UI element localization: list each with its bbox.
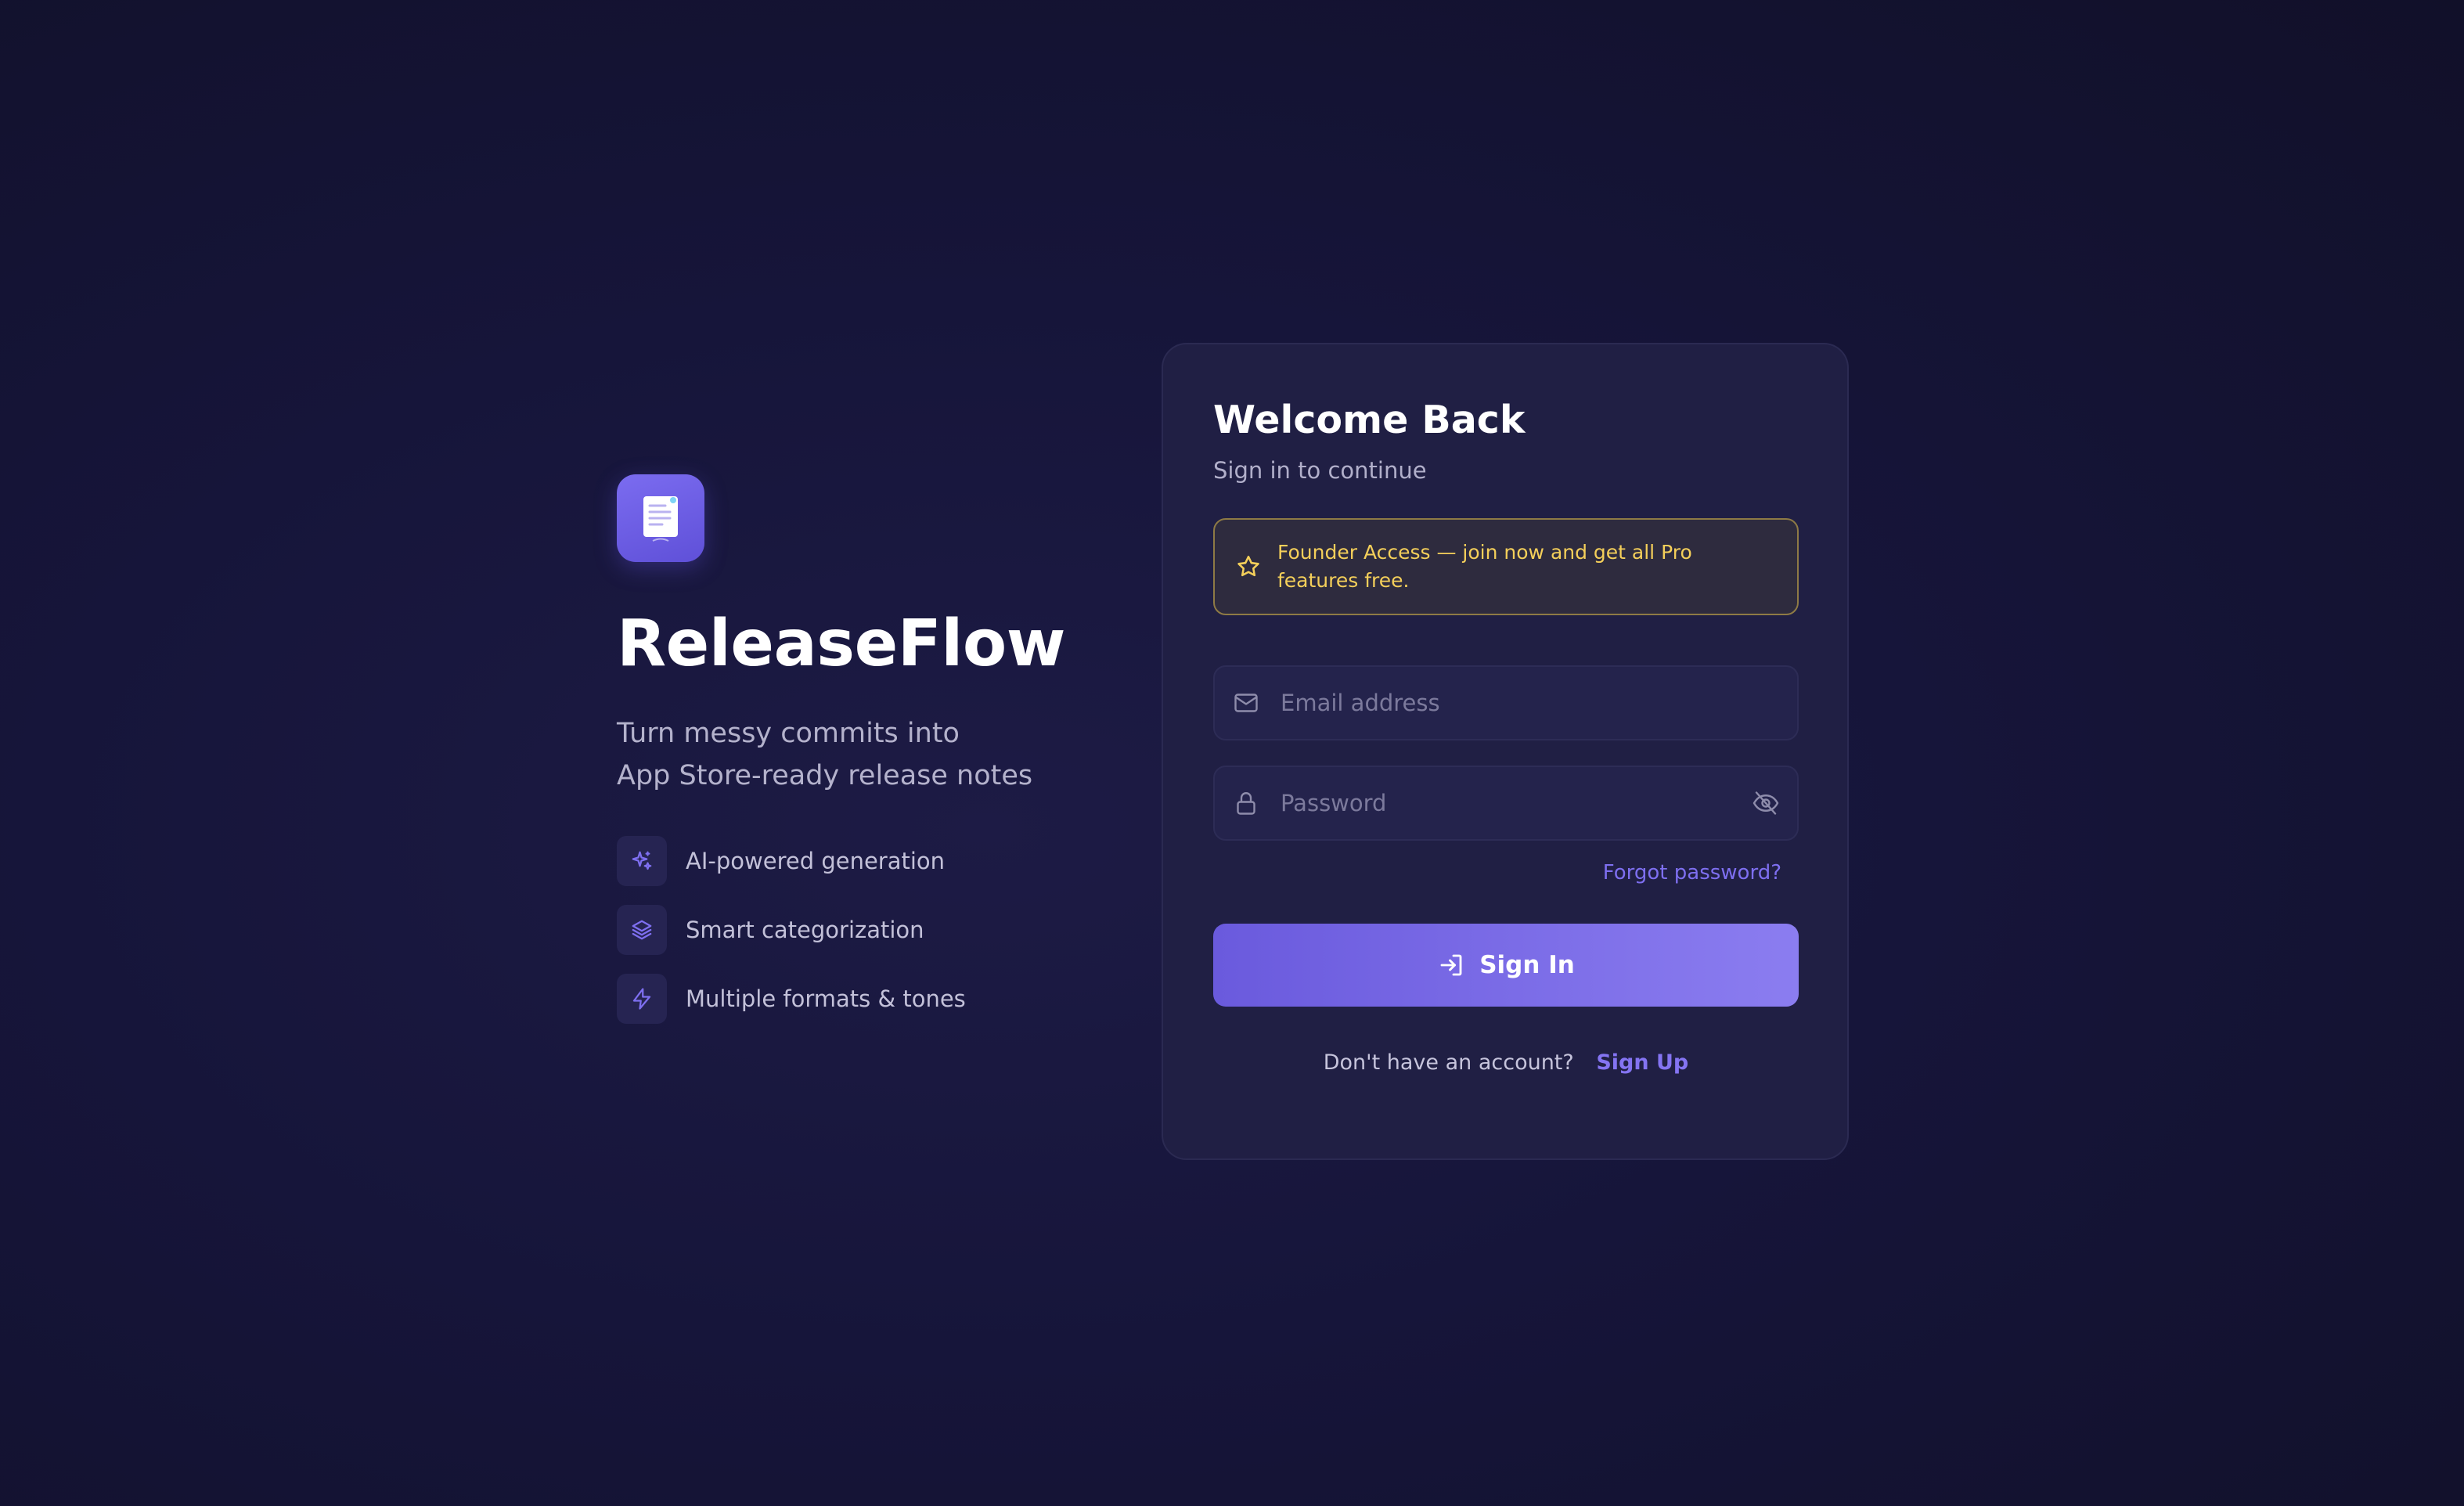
sparkles-icon — [617, 836, 667, 887]
sign-up-link[interactable]: Sign Up — [1596, 1050, 1688, 1075]
feature-list: AI-powered generation Smart categorizati… — [617, 836, 1102, 1025]
forgot-password-link[interactable]: Forgot password? — [1603, 861, 1781, 885]
founder-banner-text: Founder Access — join now and get all Pr… — [1277, 540, 1692, 592]
email-field[interactable] — [1213, 665, 1799, 740]
forgot-row: Forgot password? — [1213, 861, 1799, 885]
feature-label: Multiple formats & tones — [686, 985, 966, 1013]
eye-off-icon[interactable] — [1752, 789, 1780, 817]
signin-subtitle: Sign in to continue — [1213, 456, 1427, 484]
brand-panel: ReleaseFlow Turn messy commits into App … — [617, 474, 1102, 1025]
sign-in-button[interactable]: Sign In — [1213, 923, 1799, 1007]
document-icon — [617, 474, 704, 562]
layers-icon — [617, 905, 667, 956]
feature-item-categorization: Smart categorization — [617, 905, 1102, 956]
password-field[interactable] — [1213, 765, 1799, 841]
app-title: ReleaseFlow — [617, 607, 1065, 681]
tagline-line-1: Turn messy commits into — [617, 718, 960, 750]
feature-item-formats: Multiple formats & tones — [617, 974, 1102, 1025]
feature-item-ai: AI-powered generation — [617, 836, 1102, 887]
app-tagline: Turn messy commits into App Store-ready … — [617, 712, 1102, 797]
tagline-line-2: App Store-ready release notes — [617, 760, 1033, 792]
feature-label: AI-powered generation — [686, 848, 946, 875]
password-input[interactable] — [1281, 789, 1731, 816]
sign-in-label: Sign In — [1479, 950, 1575, 979]
lightning-icon — [617, 974, 667, 1025]
lock-icon — [1237, 791, 1255, 815]
signup-prompt: Don't have an account? — [1323, 1050, 1574, 1075]
feature-label: Smart categorization — [686, 917, 924, 944]
signin-card: Welcome Back Sign in to continue Founder… — [1162, 343, 1849, 1160]
founder-access-banner: Founder Access — join now and get all Pr… — [1213, 517, 1799, 615]
signup-row: Don't have an account? Sign Up — [1213, 1050, 1799, 1075]
email-input[interactable] — [1281, 689, 1780, 716]
mail-icon — [1234, 694, 1258, 712]
log-in-icon — [1440, 954, 1462, 976]
star-icon — [1237, 555, 1259, 577]
login-page: ReleaseFlow Turn messy commits into App … — [0, 0, 2464, 1506]
signin-title: Welcome Back — [1213, 398, 1526, 442]
